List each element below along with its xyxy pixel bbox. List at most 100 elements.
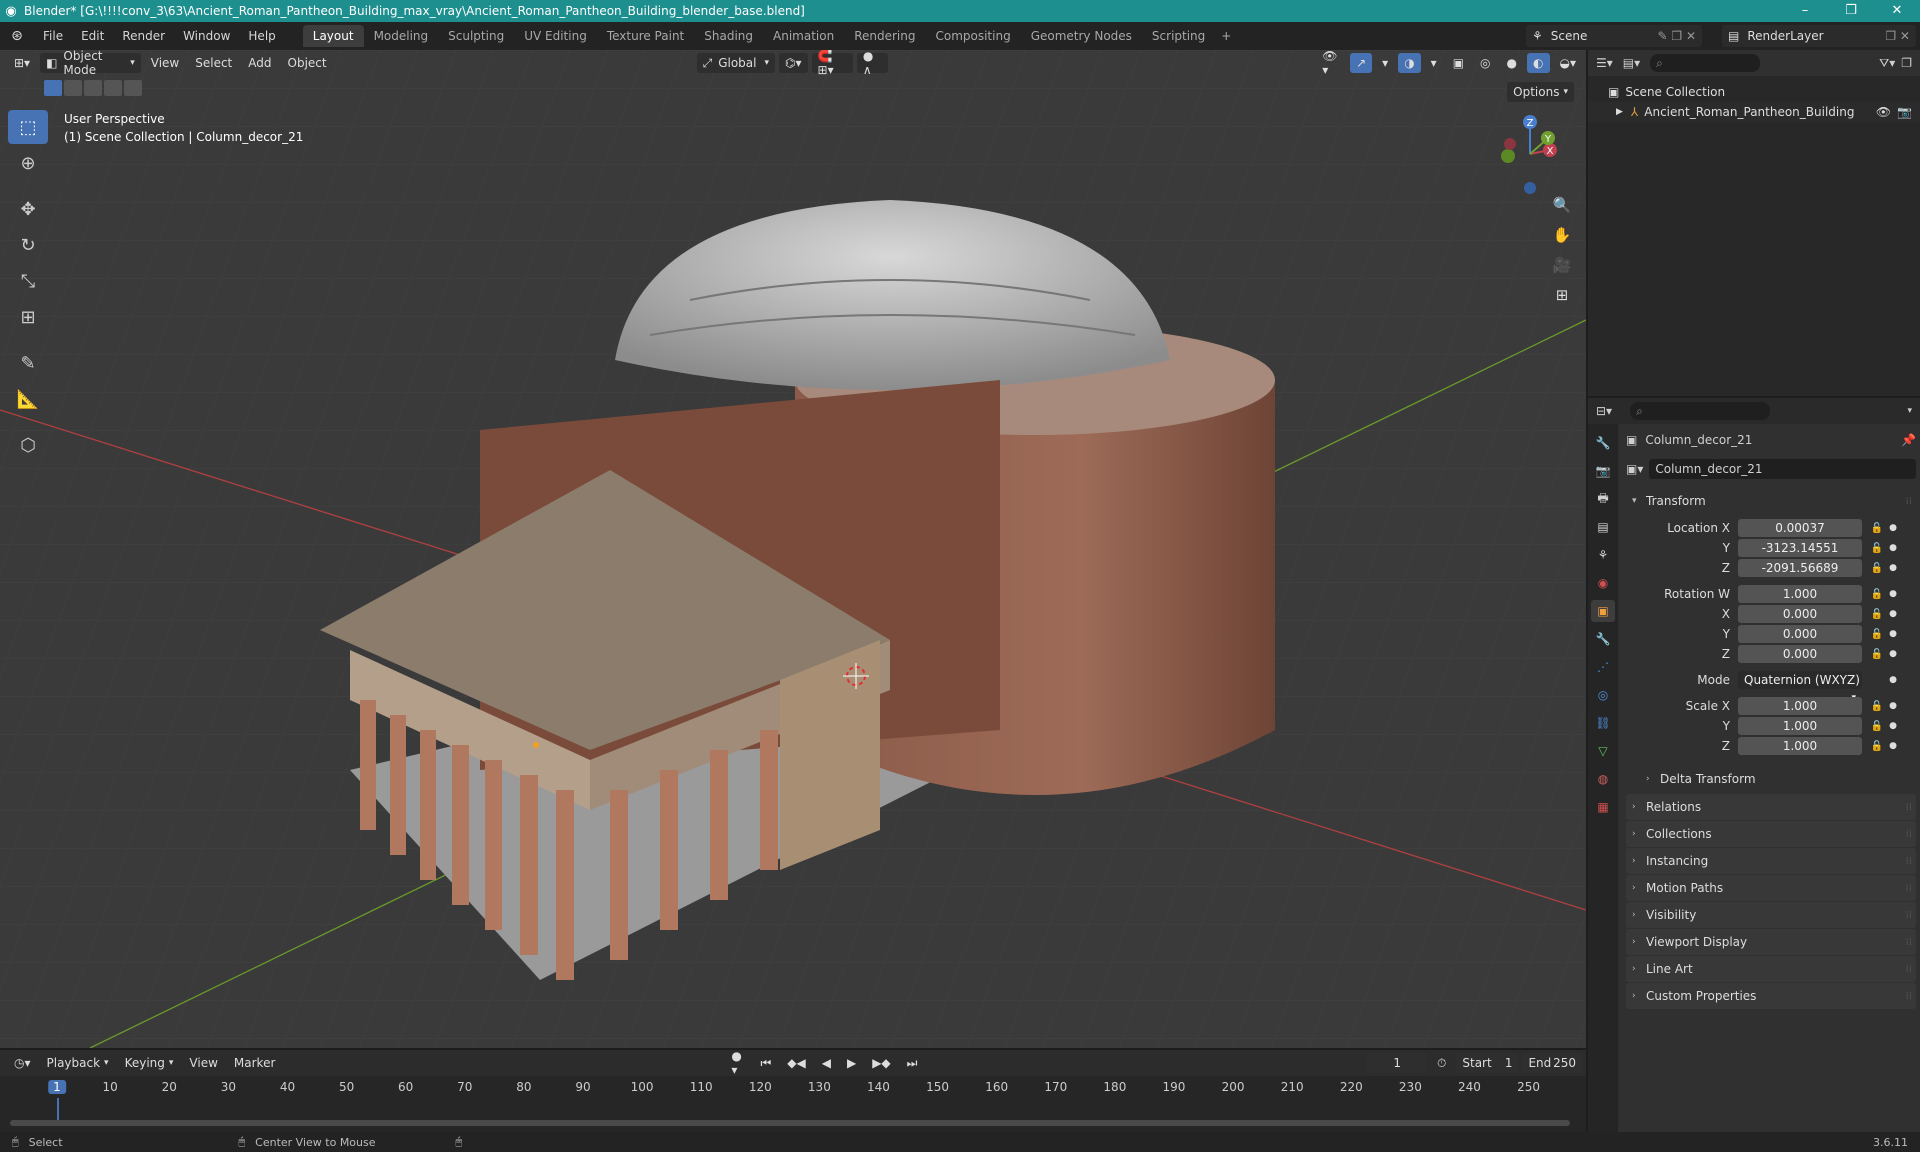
rotation-x-field[interactable]: 0.000 — [1738, 605, 1862, 623]
orientation-dropdown[interactable]: ⤢ Global ▾ — [696, 53, 776, 73]
render-tab-icon[interactable]: 📷 — [1591, 460, 1615, 482]
drag-grip-icon[interactable]: ⁞⁞ — [1906, 964, 1912, 975]
play-icon[interactable]: ▶ — [841, 1053, 862, 1073]
panel-instancing[interactable]: › Instancing ⁞⁞ — [1626, 848, 1916, 874]
panel-relations[interactable]: › Relations ⁞⁞ — [1626, 794, 1916, 820]
drag-grip-icon[interactable]: ⁞⁞ — [1906, 496, 1912, 507]
gizmo-neg-y-icon[interactable] — [1501, 149, 1515, 163]
select-box-tool-icon[interactable]: ⬚ — [8, 110, 48, 144]
frame-ruler[interactable]: 1 10 20 30 40 50 60 70 80 90 100 110 120 130 140 150 16… — [0, 1078, 1586, 1098]
xray-icon[interactable]: ▣ — [1447, 53, 1470, 73]
close-icon[interactable]: ✕ — [1874, 0, 1920, 22]
jump-start-icon[interactable]: ⏮ — [754, 1053, 777, 1073]
gizmo-neg-x-icon[interactable] — [1504, 138, 1516, 150]
shading-rendered-icon[interactable]: ◒▾ — [1554, 53, 1583, 73]
menu-file[interactable]: File — [34, 29, 72, 43]
current-frame-marker[interactable]: 1 — [48, 1080, 66, 1094]
tree-row-pantheon[interactable]: ▶ ⅄ Ancient_Roman_Pantheon_Building 👁 📷 — [1588, 102, 1920, 122]
move-tool-icon[interactable]: ✥ — [8, 192, 48, 226]
keyframe-dot-icon[interactable]: ● — [1886, 563, 1900, 573]
outliner-search-input[interactable]: ⌕ — [1650, 54, 1761, 72]
lock-icon[interactable]: 🔓 — [1868, 721, 1886, 732]
snap-icon[interactable]: 🧲 ⊞▾ — [811, 50, 853, 77]
select-new-icon[interactable] — [44, 80, 62, 96]
pin-icon[interactable]: ✎ ❐ ✕ — [1658, 29, 1697, 43]
rotation-y-field[interactable]: 0.000 — [1738, 625, 1862, 643]
panel-line-art[interactable]: › Line Art ⁞⁞ — [1626, 956, 1916, 982]
shading-solid-icon[interactable]: ● — [1501, 53, 1523, 73]
tab-layout[interactable]: Layout — [302, 25, 364, 47]
zoom-icon[interactable]: 🔍 — [1548, 192, 1576, 218]
keyframe-dot-icon[interactable]: ● — [1886, 629, 1900, 639]
keyframe-dot-icon[interactable]: ● — [1886, 589, 1900, 599]
add-cube-tool-icon[interactable]: ⬡ — [8, 428, 48, 462]
mode-dropdown[interactable]: ◧ Object Mode ▾ — [40, 50, 141, 77]
lock-icon[interactable]: 🔓 — [1868, 523, 1886, 534]
object-data-icon[interactable]: ▣▾ — [1626, 462, 1643, 476]
panel-viewport-display[interactable]: › Viewport Display ⁞⁞ — [1626, 929, 1916, 955]
lock-icon[interactable]: 🔓 — [1868, 589, 1886, 600]
properties-editor-icon[interactable]: ⊟▾ — [1596, 404, 1612, 418]
transform-panel-header[interactable]: ▾ Transform ⁞⁞ — [1626, 488, 1916, 514]
delta-transform-header[interactable]: › Delta Transform — [1626, 766, 1916, 792]
stopwatch-icon[interactable]: ⏱ — [1431, 1053, 1452, 1073]
view-layer-actions-icon[interactable]: ❐ ✕ — [1885, 29, 1910, 43]
chevron-down-icon[interactable]: ▾ — [1907, 406, 1912, 416]
play-reverse-icon[interactable]: ◀ — [816, 1053, 837, 1073]
prev-keyframe-icon[interactable]: ◆◀ — [781, 1053, 811, 1073]
view-layer-tab-icon[interactable]: ▤ — [1591, 516, 1615, 538]
scene-selector[interactable]: ⚘ Scene ✎ ❐ ✕ — [1526, 25, 1702, 47]
physics-tab-icon[interactable]: ◎ — [1591, 684, 1615, 706]
ortho-grid-icon[interactable]: ⊞ — [1548, 282, 1576, 308]
select-invert-icon[interactable] — [104, 80, 122, 96]
record-icon[interactable]: ● ▾ — [725, 1049, 750, 1077]
current-frame-field[interactable]: 1 — [1367, 1053, 1427, 1073]
menu-object[interactable]: Object — [282, 53, 333, 73]
new-collection-icon[interactable]: ❐ — [1901, 56, 1912, 70]
menu-view[interactable]: View — [145, 53, 185, 73]
rotate-tool-icon[interactable]: ↻ — [8, 228, 48, 262]
texture-tab-icon[interactable]: ▦ — [1591, 796, 1615, 818]
keyframe-dot-icon[interactable]: ● — [1886, 701, 1900, 711]
gizmo-dropdown-icon[interactable]: ▾ — [1376, 53, 1394, 73]
tab-rendering[interactable]: Rendering — [844, 25, 925, 47]
panel-visibility[interactable]: › Visibility ⁞⁞ — [1626, 902, 1916, 928]
modifiers-tab-icon[interactable]: 🔧 — [1591, 628, 1615, 650]
start-frame-field[interactable]: Start 1 — [1456, 1053, 1519, 1073]
object-tab-icon[interactable]: ▣ — [1591, 600, 1615, 622]
lock-icon[interactable]: 🔓 — [1868, 629, 1886, 640]
keyframe-dot-icon[interactable]: ● — [1886, 649, 1900, 659]
drag-grip-icon[interactable]: ⁞⁞ — [1906, 883, 1912, 894]
editor-type-icon[interactable]: ⊞▾ — [8, 53, 36, 73]
properties-search-input[interactable]: ⌕ — [1630, 402, 1771, 420]
tab-modeling[interactable]: Modeling — [364, 25, 439, 47]
options-dropdown[interactable]: Options ▾ — [1507, 82, 1574, 102]
annotate-tool-icon[interactable]: ✎ — [8, 346, 48, 380]
object-name-field[interactable]: Column_decor_21 — [1649, 459, 1916, 479]
tab-shading[interactable]: Shading — [694, 25, 763, 47]
next-keyframe-icon[interactable]: ▶◆ — [866, 1053, 896, 1073]
material-tab-icon[interactable]: ◍ — [1591, 768, 1615, 790]
menu-help[interactable]: Help — [239, 29, 284, 43]
3d-viewport[interactable]: ⊞▾ ◧ Object Mode ▾ View Select Add Objec… — [0, 50, 1586, 1048]
scale-x-field[interactable]: 1.000 — [1738, 697, 1862, 715]
render-camera-icon[interactable]: 📷 — [1897, 105, 1912, 119]
menu-timeline-view[interactable]: View — [183, 1053, 223, 1073]
proportional-edit-icon[interactable]: ● ∧ — [856, 50, 889, 77]
keyframe-dot-icon[interactable]: ● — [1886, 543, 1900, 553]
drag-grip-icon[interactable]: ⁞⁞ — [1906, 856, 1912, 867]
menu-window[interactable]: Window — [174, 29, 239, 43]
panel-custom-properties[interactable]: › Custom Properties ⁞⁞ — [1626, 983, 1916, 1009]
display-mode-icon[interactable]: ▤▾ — [1623, 56, 1640, 70]
tab-uv-editing[interactable]: UV Editing — [514, 25, 597, 47]
scale-z-field[interactable]: 1.000 — [1738, 737, 1862, 755]
data-tab-icon[interactable]: ▽ — [1591, 740, 1615, 762]
end-frame-field[interactable]: End 250 — [1522, 1053, 1582, 1073]
particles-tab-icon[interactable]: ⋰ — [1591, 656, 1615, 678]
panel-collections[interactable]: › Collections ⁞⁞ — [1626, 821, 1916, 847]
tab-sculpting[interactable]: Sculpting — [438, 25, 514, 47]
select-intersect-icon[interactable] — [124, 80, 142, 96]
lock-icon[interactable]: 🔓 — [1868, 543, 1886, 554]
scale-tool-icon[interactable]: ⤡ — [8, 264, 48, 298]
menu-render[interactable]: Render — [113, 29, 174, 43]
